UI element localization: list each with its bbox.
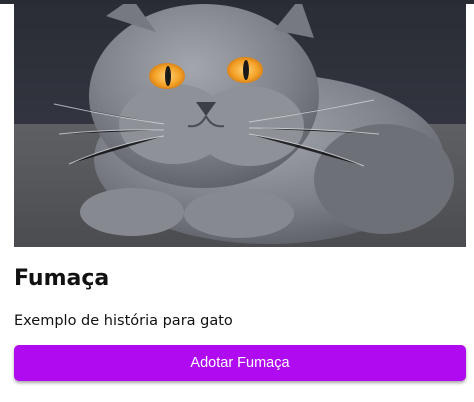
cat-photo bbox=[14, 4, 466, 247]
cat-name-title: Fumaça bbox=[14, 266, 110, 291]
adopt-button[interactable]: Adotar Fumaça bbox=[14, 345, 466, 381]
cat-description: Exemplo de história para gato bbox=[14, 313, 233, 329]
cat-card: Fumaça Exemplo de história para gato Ado… bbox=[14, 4, 466, 381]
